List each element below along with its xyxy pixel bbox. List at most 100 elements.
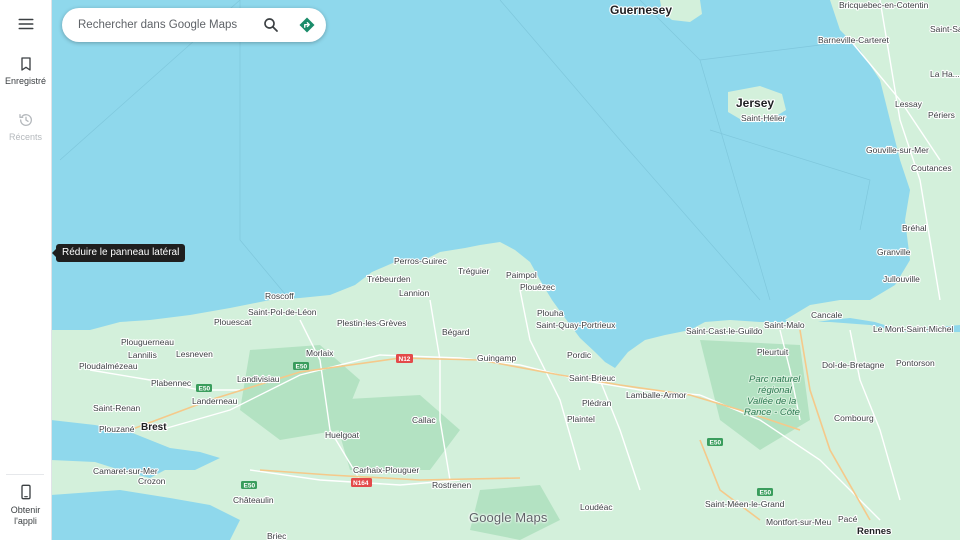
get-app-label-line1: Obtenir	[10, 505, 41, 515]
label-chateaulin: Châteaulin	[233, 495, 274, 505]
history-icon	[18, 114, 32, 126]
label-callac: Callac	[412, 415, 436, 425]
label-saint-renan: Saint-Renan	[93, 403, 141, 413]
label-lessay: Lessay	[895, 99, 923, 109]
label-perros: Perros-Guirec	[394, 256, 448, 266]
label-saint-sauveur: Saint-Sa...	[930, 24, 960, 34]
label-plaintel: Plaintel	[567, 414, 595, 424]
label-pledran: Plédran	[582, 398, 612, 408]
road-badge-e50-a: E50	[293, 362, 309, 371]
label-pace: Pacé	[838, 514, 858, 524]
hamburger-menu-icon	[18, 18, 33, 30]
label-saint-helier: Saint-Hélier	[741, 113, 786, 123]
label-saint-cast: Saint-Cast-le-Guildo	[686, 326, 763, 336]
label-plabennec: Plabennec	[151, 378, 192, 388]
svg-text:N164: N164	[353, 480, 369, 487]
label-combourg: Combourg	[834, 413, 874, 423]
label-rostrenen: Rostrenen	[432, 480, 471, 490]
label-brest: Brest	[141, 422, 167, 433]
get-app-label-line2: l'appli	[14, 516, 37, 526]
label-gouville: Gouville-sur-Mer	[866, 145, 929, 155]
label-roscoff: Roscoff	[265, 291, 294, 301]
label-coutances: Coutances	[911, 163, 952, 173]
svg-text:E50: E50	[710, 440, 722, 447]
label-paimpol: Paimpol	[506, 270, 537, 280]
label-lamballe: Lamballe-Armor	[626, 390, 687, 400]
label-guingamp: Guingamp	[477, 353, 516, 363]
recents-label: Récents	[8, 132, 43, 142]
label-brehal: Bréhal	[902, 223, 927, 233]
label-huelgoat: Huelgoat	[325, 430, 360, 440]
menu-button[interactable]	[0, 15, 51, 37]
label-treguier: Tréguier	[458, 266, 490, 276]
label-plouzane: Plouzané	[99, 424, 135, 434]
label-carhaix: Carhaix-Plouguer	[353, 465, 419, 475]
label-landivisiau: Landivisiau	[237, 374, 280, 384]
svg-text:E50: E50	[199, 386, 211, 393]
label-granville: Granville	[877, 247, 911, 257]
road-badge-n12: N12	[396, 354, 413, 363]
label-barneville: Barneville-Carteret	[818, 35, 889, 45]
label-cancale: Cancale	[811, 310, 842, 320]
label-lesneven: Lesneven	[176, 349, 213, 359]
label-ploudalmezeau: Ploudalmézeau	[79, 361, 138, 371]
label-camaret: Camaret-sur-Mer	[93, 466, 158, 476]
label-pontorson: Pontorson	[896, 358, 935, 368]
road-badge-e50-c: E50	[241, 481, 257, 490]
label-montfort: Montfort-sur-Meu	[766, 517, 831, 527]
label-parc-2: régional	[758, 385, 793, 396]
road-badge-e50-e: E50	[757, 488, 773, 497]
label-plouescat: Plouescat	[214, 317, 252, 327]
get-app-button[interactable]: Obtenir l'appli	[0, 483, 51, 527]
road-badge-n164: N164	[351, 478, 372, 487]
label-pleurtuit: Pleurtuit	[757, 347, 789, 357]
label-crozon: Crozon	[138, 476, 166, 486]
search-icon[interactable]	[262, 16, 280, 34]
side-rail: Enregistré Récents Obtenir l'appli	[0, 0, 52, 540]
label-morlaix: Morlaix	[306, 348, 334, 358]
saved-label: Enregistré	[4, 76, 47, 86]
directions-icon[interactable]	[298, 16, 316, 34]
label-lannilis: Lannilis	[128, 350, 157, 360]
phone-icon	[20, 484, 31, 500]
label-dol: Dol-de-Bretagne	[822, 360, 885, 370]
label-parc-1: Parc naturel	[749, 374, 801, 385]
saved-button[interactable]: Enregistré	[0, 56, 51, 87]
label-parc-3: Vallée de la	[747, 396, 796, 407]
label-saint-pol: Saint-Pol-de-Léon	[248, 307, 317, 317]
label-bricquebec: Bricquebec-en-Cotentin	[839, 0, 929, 10]
label-saint-malo: Saint-Malo	[764, 320, 805, 330]
label-trebeurden: Trébeurden	[367, 274, 411, 284]
svg-text:E50: E50	[760, 490, 772, 497]
label-lannion: Lannion	[399, 288, 430, 298]
label-briec: Briec	[267, 531, 287, 540]
recents-button[interactable]: Récents	[0, 112, 51, 143]
collapse-panel-tooltip: Réduire le panneau latéral	[51, 244, 186, 262]
label-periers: Périers	[928, 110, 955, 120]
road-badge-e50-d: E50	[707, 438, 723, 447]
label-loudeac: Loudéac	[580, 502, 613, 512]
google-maps-logo: Google Maps	[469, 510, 548, 525]
label-plestin: Plestin-les-Grèves	[337, 318, 406, 328]
label-plouguerneau: Plouguerneau	[121, 337, 174, 347]
label-rennes: Rennes	[857, 526, 891, 537]
map-canvas[interactable]: Guernesey Jersey Saint-Hélier Bricquebec…	[0, 0, 960, 540]
label-plouezec: Plouézec	[520, 282, 556, 292]
label-saint-meen: Saint-Méen-le-Grand	[705, 499, 785, 509]
label-saint-brieuc: Saint-Brieuc	[569, 373, 616, 383]
svg-text:E50: E50	[244, 483, 256, 490]
label-mont-saint-michel: Le Mont-Saint-Michel	[873, 324, 953, 334]
label-begard: Bégard	[442, 327, 470, 337]
svg-text:N12: N12	[399, 356, 411, 363]
label-saint-quay: Saint-Quay-Portrieux	[536, 320, 616, 330]
label-guernsey: Guernesey	[610, 3, 672, 17]
search-input[interactable]	[78, 16, 256, 34]
label-pordic: Pordic	[567, 350, 592, 360]
search-box	[62, 8, 326, 42]
label-jersey: Jersey	[736, 96, 774, 110]
label-landerneau: Landerneau	[192, 396, 238, 406]
label-plouha: Plouha	[537, 308, 564, 318]
label-parc-4: Rance - Côte	[744, 407, 800, 418]
bookmark-icon	[20, 57, 31, 71]
label-jullouville: Jullouville	[883, 274, 920, 284]
